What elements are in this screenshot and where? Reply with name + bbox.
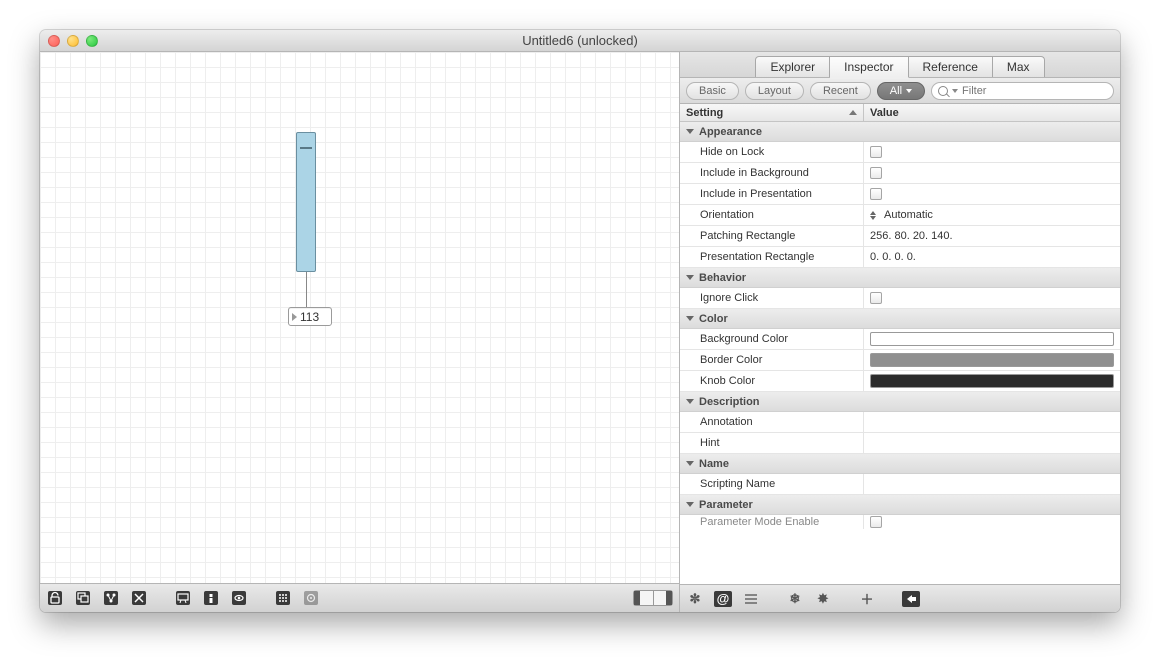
group-appearance[interactable]: Appearance <box>680 122 1120 142</box>
at-icon[interactable]: @ <box>714 591 732 607</box>
disclosure-triangle-icon <box>686 275 694 280</box>
checkbox-include-in-background[interactable] <box>870 167 882 179</box>
gear-icon[interactable]: ✸ <box>814 591 832 607</box>
encapsulate-icon[interactable] <box>102 590 120 606</box>
annotation-value[interactable] <box>864 412 1120 432</box>
chevron-down-icon <box>906 89 912 93</box>
sort-asc-icon <box>849 110 857 115</box>
header-setting[interactable]: Setting <box>680 104 864 121</box>
group-description[interactable]: Description <box>680 392 1120 412</box>
minimize-window-button[interactable] <box>67 35 79 47</box>
disclosure-triangle-icon <box>686 461 694 466</box>
lock-toggle-icon[interactable] <box>46 590 64 606</box>
pill-all[interactable]: All <box>877 82 925 100</box>
plus-icon[interactable]: ＋ <box>858 591 876 607</box>
presentation-rect-value[interactable]: 0. 0. 0. 0. <box>864 247 1120 267</box>
disclosure-triangle-icon <box>686 129 694 134</box>
row-patching-rect: Patching Rectangle256. 80. 20. 140. <box>680 226 1120 247</box>
group-behavior[interactable]: Behavior <box>680 268 1120 288</box>
row-hint: Hint <box>680 433 1120 454</box>
inspector-filter-bar: Basic Layout Recent All <box>680 78 1120 104</box>
checkbox-include-in-presentation[interactable] <box>870 188 882 200</box>
list-icon[interactable] <box>742 591 760 607</box>
traffic-lights <box>48 35 98 47</box>
row-border-color: Border Color <box>680 350 1120 371</box>
snap-icon[interactable] <box>302 590 320 606</box>
number-box[interactable]: 113 <box>288 307 332 326</box>
property-list: Appearance Hide on Lock Include in Backg… <box>680 122 1120 584</box>
inspector-pane: Explorer Inspector Reference Max Basic L… <box>680 52 1120 612</box>
patcher-canvas[interactable]: 113 <box>40 52 679 584</box>
clue-icon[interactable] <box>202 590 220 606</box>
grid-icon[interactable] <box>274 590 292 606</box>
patcher-toolbar <box>40 584 679 612</box>
tab-max[interactable]: Max <box>993 56 1045 77</box>
freeze-icon[interactable]: ✼ <box>686 591 704 607</box>
inspector-toolbar: ✼ @ ❄ ✸ ＋ <box>680 584 1120 612</box>
new-object-icon[interactable] <box>74 590 92 606</box>
patch-cord[interactable] <box>306 272 307 307</box>
zoom-window-button[interactable] <box>86 35 98 47</box>
search-icon <box>938 86 948 96</box>
filter-search[interactable] <box>931 82 1114 100</box>
disclosure-triangle-icon <box>686 502 694 507</box>
scripting-name-value[interactable] <box>864 474 1120 494</box>
swatch-knob-color[interactable] <box>870 374 1114 388</box>
presentation-mode-icon[interactable] <box>174 590 192 606</box>
snowflake-icon[interactable]: ❄ <box>786 591 804 607</box>
filter-input[interactable] <box>962 85 1107 97</box>
swatch-border-color[interactable] <box>870 353 1114 367</box>
sidebar-left-toggle[interactable] <box>633 590 653 606</box>
app-window: Untitled6 (unlocked) 113 <box>40 30 1120 612</box>
sidebar-right-toggle[interactable] <box>653 590 673 606</box>
titlebar: Untitled6 (unlocked) <box>40 30 1120 52</box>
row-orientation: OrientationAutomatic <box>680 205 1120 226</box>
orientation-select[interactable]: Automatic <box>864 205 1120 225</box>
pill-recent[interactable]: Recent <box>810 82 871 100</box>
search-dropdown-icon <box>952 89 958 93</box>
property-headers: Setting Value <box>680 104 1120 122</box>
checkbox-parameter-mode-enable[interactable] <box>870 516 882 528</box>
slider-knob[interactable] <box>300 147 312 149</box>
slider-object[interactable] <box>296 132 316 272</box>
group-name[interactable]: Name <box>680 454 1120 474</box>
row-knob-color: Knob Color <box>680 371 1120 392</box>
debug-icon[interactable] <box>230 590 248 606</box>
row-include-in-background: Include in Background <box>680 163 1120 184</box>
checkbox-hide-on-lock[interactable] <box>870 146 882 158</box>
checkbox-ignore-click[interactable] <box>870 292 882 304</box>
tab-reference[interactable]: Reference <box>909 56 993 77</box>
group-parameter[interactable]: Parameter <box>680 495 1120 515</box>
hide-icon[interactable] <box>130 590 148 606</box>
pill-all-label: All <box>890 85 902 97</box>
numberbox-triangle-icon <box>292 313 297 321</box>
row-hide-on-lock: Hide on Lock <box>680 142 1120 163</box>
hint-value[interactable] <box>864 433 1120 453</box>
number-box-value: 113 <box>300 310 319 324</box>
pill-basic[interactable]: Basic <box>686 82 739 100</box>
patching-rect-value[interactable]: 256. 80. 20. 140. <box>864 226 1120 246</box>
row-scripting-name: Scripting Name <box>680 474 1120 495</box>
close-window-button[interactable] <box>48 35 60 47</box>
window-title: Untitled6 (unlocked) <box>40 33 1120 48</box>
disclosure-triangle-icon <box>686 399 694 404</box>
row-background-color: Background Color <box>680 329 1120 350</box>
main-tabbar: Explorer Inspector Reference Max <box>680 52 1120 78</box>
patcher-pane: 113 <box>40 52 680 612</box>
pill-layout[interactable]: Layout <box>745 82 804 100</box>
back-arrow-icon[interactable] <box>902 591 920 607</box>
swatch-background-color[interactable] <box>870 332 1114 346</box>
tab-explorer[interactable]: Explorer <box>755 56 830 77</box>
row-presentation-rect: Presentation Rectangle0. 0. 0. 0. <box>680 247 1120 268</box>
row-ignore-click: Ignore Click <box>680 288 1120 309</box>
row-annotation: Annotation <box>680 412 1120 433</box>
sidebar-toggle <box>633 590 673 606</box>
tab-inspector[interactable]: Inspector <box>830 56 908 78</box>
row-parameter-mode-enable: Parameter Mode Enable <box>680 515 1120 529</box>
group-color[interactable]: Color <box>680 309 1120 329</box>
header-value[interactable]: Value <box>864 104 1120 121</box>
disclosure-triangle-icon <box>686 316 694 321</box>
row-include-in-presentation: Include in Presentation <box>680 184 1120 205</box>
